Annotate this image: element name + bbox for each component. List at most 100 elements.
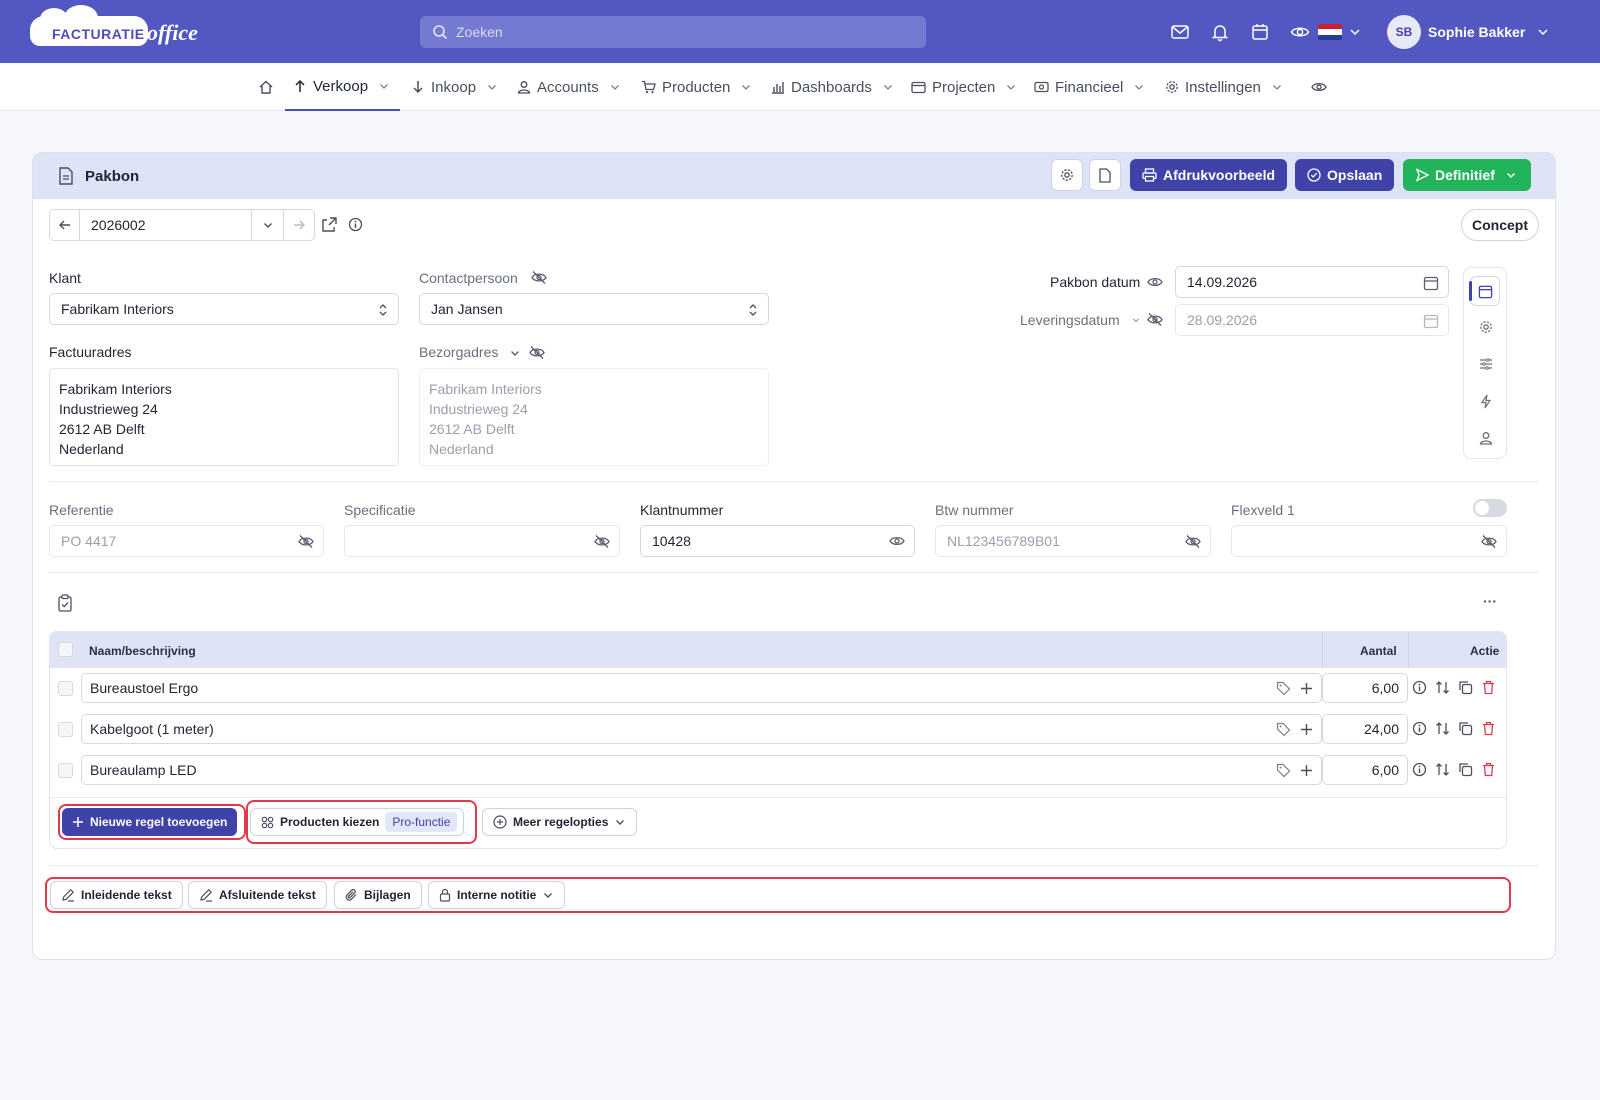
user-name[interactable]: Sophie Bakker: [1428, 24, 1525, 40]
choose-products-button[interactable]: Producten kiezen Pro-functie: [250, 808, 465, 836]
referentie-input[interactable]: PO 4417: [49, 525, 324, 557]
nav-producten[interactable]: Producten: [641, 63, 752, 111]
document-number[interactable]: 2026002: [80, 210, 252, 240]
document-number-selector: 2026002: [49, 209, 315, 241]
nav-home[interactable]: [258, 63, 274, 111]
sidetool-settings[interactable]: [1475, 316, 1497, 338]
contactpersoon-select[interactable]: Jan Jansen: [419, 293, 769, 325]
chevron-down-icon[interactable]: [1348, 25, 1362, 39]
info-icon[interactable]: [1412, 721, 1427, 736]
copy-icon[interactable]: [1458, 762, 1473, 777]
nav-instellingen[interactable]: Instellingen: [1165, 63, 1283, 111]
sidetool-calendar[interactable]: [1470, 276, 1500, 306]
chevron-down-icon[interactable]: [509, 347, 521, 359]
bell-icon[interactable]: [1210, 22, 1230, 42]
row-checkbox[interactable]: [58, 763, 73, 778]
line-name-input[interactable]: Kabelgoot (1 meter): [81, 714, 1322, 744]
trash-icon[interactable]: [1481, 762, 1496, 777]
folder-icon: [911, 81, 926, 94]
klantnummer-input[interactable]: 10428: [640, 525, 915, 557]
specificatie-input[interactable]: [344, 525, 620, 557]
mail-icon[interactable]: [1170, 22, 1190, 42]
flexveld-toggle[interactable]: [1473, 499, 1507, 517]
leveringsdatum-input[interactable]: 28.09.2026: [1175, 304, 1449, 336]
avatar[interactable]: SB: [1387, 15, 1421, 49]
line-name-input[interactable]: Bureaustoel Ergo: [81, 673, 1322, 703]
sidetool-automation[interactable]: [1475, 390, 1497, 412]
paperclip-icon: [345, 889, 357, 901]
nav-inkoop[interactable]: Inkoop: [411, 63, 498, 111]
user-menu-chevron-icon[interactable]: [1536, 25, 1550, 39]
intro-text-button[interactable]: Inleidende tekst: [50, 881, 183, 909]
save-button[interactable]: Opslaan: [1295, 159, 1395, 191]
info-icon[interactable]: [1412, 680, 1427, 695]
pakbon-datum-input[interactable]: 14.09.2026: [1175, 266, 1449, 298]
trash-icon[interactable]: [1481, 680, 1496, 695]
number-dropdown-button[interactable]: [252, 210, 284, 240]
eye-off-icon[interactable]: [531, 270, 547, 285]
select-all-checkbox[interactable]: [58, 642, 73, 657]
line-qty-input[interactable]: 6,00: [1322, 673, 1408, 703]
line-name-input[interactable]: Bureaulamp LED: [81, 755, 1322, 785]
tag-icon[interactable]: [1276, 681, 1291, 696]
internal-note-button[interactable]: Interne notitie: [428, 881, 566, 909]
eye-off-icon[interactable]: [1147, 312, 1163, 327]
nav-verkoop[interactable]: Verkoop: [285, 63, 401, 111]
tag-icon[interactable]: [1276, 722, 1291, 737]
row-checkbox[interactable]: [58, 722, 73, 737]
reorder-icon[interactable]: [1435, 721, 1450, 736]
copy-icon[interactable]: [1458, 680, 1473, 695]
clipboard-check-icon[interactable]: [57, 594, 73, 612]
prev-document-button[interactable]: [50, 210, 80, 240]
settings-button[interactable]: [1051, 159, 1083, 191]
chevron-down-icon: [1007, 85, 1016, 90]
factuuradres-box[interactable]: Fabrikam Interiors Industrieweg 24 2612 …: [49, 368, 399, 466]
bezorgadres-box[interactable]: Fabrikam Interiors Industrieweg 24 2612 …: [419, 368, 769, 466]
language-flag-icon[interactable]: [1318, 24, 1342, 40]
nav-label: Inkoop: [431, 78, 477, 96]
status-badge[interactable]: Concept: [1461, 209, 1539, 241]
nav-accounts[interactable]: Accounts: [517, 63, 621, 111]
add-line-button[interactable]: Nieuwe regel toevoegen: [62, 808, 238, 836]
tag-icon[interactable]: [1276, 763, 1291, 778]
finalize-button[interactable]: Definitief: [1403, 159, 1531, 191]
external-link-icon[interactable]: [321, 216, 338, 233]
eye-icon[interactable]: [1147, 275, 1163, 289]
attachments-button[interactable]: Bijlagen: [334, 881, 422, 909]
search-input[interactable]: Zoeken: [420, 16, 926, 48]
chevron-down-icon[interactable]: [1131, 315, 1141, 325]
address-line: Fabrikam Interiors: [59, 381, 172, 397]
next-document-button[interactable]: [284, 210, 314, 240]
copy-icon[interactable]: [1458, 721, 1473, 736]
closing-text-button[interactable]: Afsluitende tekst: [188, 881, 327, 909]
plus-icon[interactable]: [1300, 682, 1313, 695]
pdf-button[interactable]: [1089, 159, 1121, 191]
nav-projecten[interactable]: Projecten: [911, 63, 1017, 111]
print-preview-button[interactable]: Afdrukvoorbeeld: [1130, 159, 1288, 191]
reorder-icon[interactable]: [1435, 762, 1450, 777]
sidetool-sliders[interactable]: [1475, 353, 1497, 375]
eye-off-icon[interactable]: [529, 345, 545, 360]
row-checkbox[interactable]: [58, 681, 73, 696]
nav-dashboards[interactable]: Dashboards: [771, 63, 894, 111]
nav-financieel[interactable]: Financieel: [1034, 63, 1145, 111]
info-icon[interactable]: [348, 217, 363, 232]
calendar-icon[interactable]: [1250, 22, 1270, 42]
klant-select[interactable]: Fabrikam Interiors: [49, 293, 399, 325]
flexveld-input[interactable]: [1231, 525, 1507, 557]
trash-icon[interactable]: [1481, 721, 1496, 736]
line-qty-input[interactable]: 24,00: [1322, 714, 1408, 744]
info-icon[interactable]: [1412, 762, 1427, 777]
more-line-options-button[interactable]: Meer regelopties: [482, 808, 638, 836]
line-qty-input[interactable]: 6,00: [1322, 755, 1408, 785]
reorder-icon[interactable]: [1435, 680, 1450, 695]
app-logo[interactable]: FACTURATIE office: [30, 5, 205, 50]
plus-icon[interactable]: [1300, 723, 1313, 736]
more-options-button[interactable]: ···: [1483, 593, 1497, 609]
nav-visibility-toggle[interactable]: [1311, 63, 1327, 111]
btw-input[interactable]: NL123456789B01: [935, 525, 1211, 557]
sidetool-user[interactable]: [1475, 427, 1497, 449]
eye-icon[interactable]: [1290, 22, 1310, 42]
row-actions: [1412, 721, 1496, 736]
plus-icon[interactable]: [1300, 764, 1313, 777]
